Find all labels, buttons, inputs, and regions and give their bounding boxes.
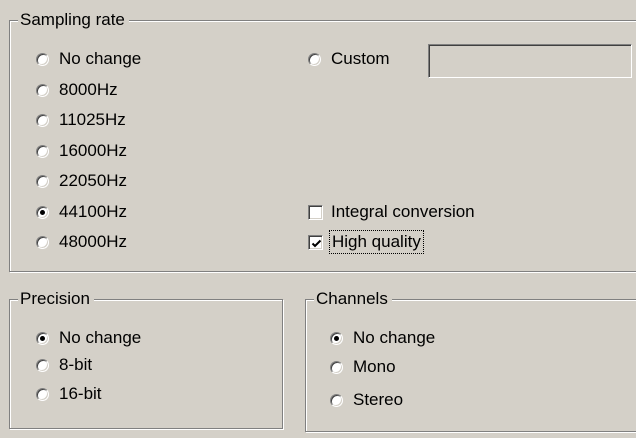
sampling-rate-no-change-radio[interactable] xyxy=(36,52,49,66)
sampling-rate-option-8000hz[interactable]: 8000Hz xyxy=(36,78,118,102)
sampling-rate-custom-label: Custom xyxy=(331,49,390,68)
sampling-rate-option-no-change[interactable]: No change xyxy=(36,47,141,71)
sampling-rate-8000hz-radio[interactable] xyxy=(36,83,49,97)
channels-stereo-label: Stereo xyxy=(353,390,404,409)
sampling-rate-44100hz-label: 44100Hz xyxy=(59,202,128,221)
sampling-rate-option-22050hz[interactable]: 22050Hz xyxy=(36,169,127,193)
channels-option-no-change[interactable]: No change xyxy=(330,326,435,350)
channels-no-change-label: No change xyxy=(353,328,436,347)
sampling-rate-16000hz-label: 16000Hz xyxy=(59,141,128,160)
sampling-rate-custom-radio[interactable] xyxy=(308,52,321,66)
checkmark-icon xyxy=(311,239,322,247)
channels-option-mono[interactable]: Mono xyxy=(330,355,396,379)
sampling-rate-11025hz-label: 11025Hz xyxy=(59,110,126,129)
channels-option-stereo[interactable]: Stereo xyxy=(330,388,403,412)
sampling-rate-16000hz-radio[interactable] xyxy=(36,144,49,158)
channels-stereo-radio[interactable] xyxy=(330,393,343,407)
sampling-rate-title: Sampling rate xyxy=(18,10,129,30)
sampling-rate-8000hz-label: 8000Hz xyxy=(59,80,118,99)
precision-8-bit-label: 8-bit xyxy=(59,355,93,374)
high-quality-checkbox[interactable] xyxy=(308,234,323,250)
channels-mono-label: Mono xyxy=(353,357,396,376)
custom-rate-input[interactable] xyxy=(428,44,632,78)
precision-no-change-radio[interactable] xyxy=(36,331,49,345)
channels-no-change-radio[interactable] xyxy=(330,331,343,345)
audio-conversion-panel: Sampling rate No change 8000Hz 11025Hz 1… xyxy=(0,0,636,438)
channels-title: Channels xyxy=(314,289,392,309)
precision-16-bit-label: 16-bit xyxy=(59,384,102,403)
sampling-rate-22050hz-label: 22050Hz xyxy=(59,171,128,190)
precision-no-change-label: No change xyxy=(59,328,142,347)
sampling-rate-48000hz-label: 48000Hz xyxy=(59,232,128,251)
high-quality-label: High quality xyxy=(329,230,424,254)
precision-8-bit-radio[interactable] xyxy=(36,358,49,372)
sampling-rate-option-44100hz[interactable]: 44100Hz xyxy=(36,200,127,224)
sampling-rate-option-11025hz[interactable]: 11025Hz xyxy=(36,108,126,132)
integral-conversion-label: Integral conversion xyxy=(331,202,475,221)
sampling-rate-22050hz-radio[interactable] xyxy=(36,174,49,188)
sampling-rate-option-16000hz[interactable]: 16000Hz xyxy=(36,139,127,163)
precision-16-bit-radio[interactable] xyxy=(36,387,49,401)
channels-mono-radio[interactable] xyxy=(330,360,343,374)
precision-option-no-change[interactable]: No change xyxy=(36,326,141,350)
sampling-rate-11025hz-radio[interactable] xyxy=(36,113,49,127)
high-quality-option[interactable]: High quality xyxy=(308,230,424,254)
sampling-rate-option-48000hz[interactable]: 48000Hz xyxy=(36,230,127,254)
sampling-rate-option-custom[interactable]: Custom xyxy=(308,47,390,71)
sampling-rate-48000hz-radio[interactable] xyxy=(36,235,49,249)
integral-conversion-checkbox[interactable] xyxy=(308,204,323,220)
precision-title: Precision xyxy=(18,289,94,309)
sampling-rate-44100hz-radio[interactable] xyxy=(36,205,49,219)
sampling-rate-no-change-label: No change xyxy=(59,49,142,68)
integral-conversion-option[interactable]: Integral conversion xyxy=(308,200,475,224)
precision-option-16-bit[interactable]: 16-bit xyxy=(36,382,102,406)
precision-option-8-bit[interactable]: 8-bit xyxy=(36,353,92,377)
